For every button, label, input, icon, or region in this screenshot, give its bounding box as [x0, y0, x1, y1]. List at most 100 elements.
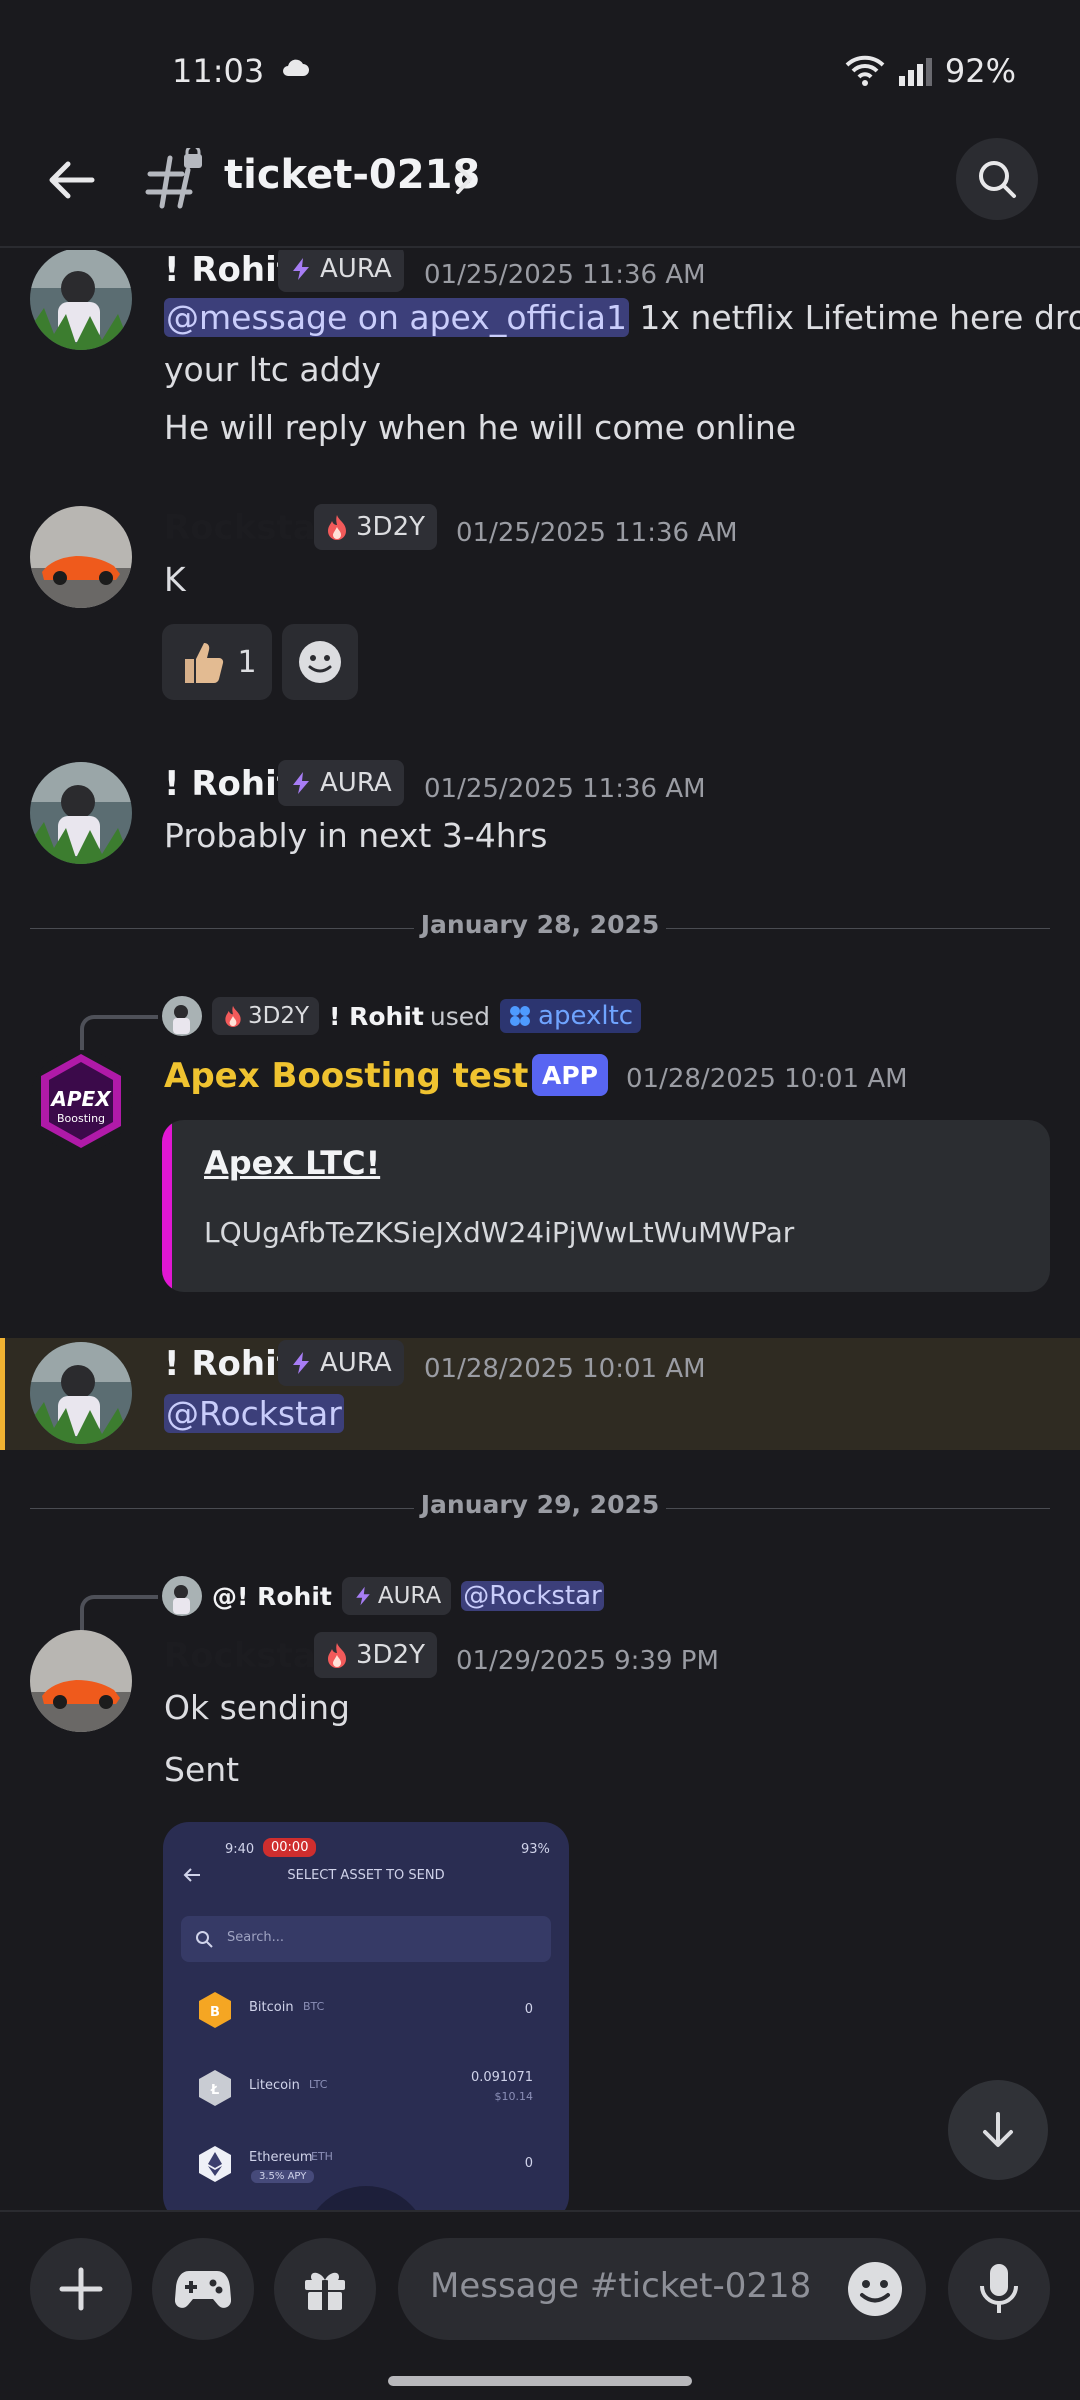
gamepad-icon — [175, 2271, 231, 2308]
search-button[interactable] — [956, 138, 1038, 220]
message-text: K — [164, 560, 186, 599]
role-tag: 3D2Y — [212, 997, 320, 1035]
message-text: @message on apex_officia1 1x netflix Lif… — [164, 298, 1080, 337]
scan-button — [303, 2186, 429, 2210]
gift-icon — [305, 2272, 345, 2310]
mini-avatar — [162, 996, 202, 1036]
jump-to-bottom-button[interactable] — [948, 2080, 1048, 2180]
role-tag: AURA — [341, 1577, 452, 1615]
add-attachment-button[interactable] — [30, 2238, 132, 2340]
svg-text:Boosting: Boosting — [57, 1112, 105, 1125]
channel-header: ticket-0218 — [0, 130, 1080, 248]
timestamp: 01/25/2025 11:36 AM — [424, 260, 706, 290]
plus-icon — [59, 2267, 103, 2311]
ethereum-icon — [197, 2144, 233, 2184]
emoji-icon[interactable] — [846, 2260, 904, 2318]
app-badge: APP — [532, 1054, 608, 1096]
message-text: @Rockstar — [164, 1394, 344, 1433]
fire-icon — [328, 1643, 346, 1668]
locked-channel-icon — [145, 148, 202, 209]
timestamp: 01/25/2025 11:36 AM — [456, 518, 738, 548]
search-field: Search... — [181, 1916, 551, 1962]
mention[interactable]: @message on apex_officia1 — [164, 298, 629, 337]
avatar-rohit[interactable] — [30, 762, 132, 864]
reply-author: @! Rohit — [212, 1581, 332, 1611]
message-list[interactable]: ! Rohit AURA 01/25/2025 11:36 AM @messag… — [0, 250, 1080, 2210]
channel-title[interactable]: ticket-0218 — [224, 152, 480, 198]
role-tag[interactable]: AURA — [278, 250, 404, 292]
battery-percent: 92% — [944, 52, 1016, 90]
home-indicator[interactable] — [388, 2376, 692, 2386]
screen-title: SELECT ASSET TO SEND — [287, 1868, 445, 1883]
timestamp: 01/25/2025 11:36 AM — [424, 774, 706, 804]
search-icon — [196, 1931, 213, 1948]
embed-title[interactable]: Apex LTC! — [204, 1144, 380, 1182]
avatar-rockstar[interactable] — [30, 1630, 132, 1732]
image-attachment[interactable]: 9:40 00:00 93% SELECT ASSET TO SEND Sear… — [163, 1822, 569, 2210]
mini-avatar — [162, 1576, 202, 1616]
author-name[interactable]: ! Rohit — [164, 1344, 293, 1384]
role-tag[interactable]: 3D2Y — [314, 504, 437, 550]
activities-button[interactable] — [152, 2238, 254, 2340]
svg-text:APEX: APEX — [49, 1087, 112, 1111]
avatar-rohit[interactable] — [30, 1342, 132, 1444]
back-arrow-icon[interactable] — [42, 150, 102, 210]
voice-message-button[interactable] — [948, 2238, 1050, 2340]
slash-command[interactable]: apexltc — [500, 999, 642, 1033]
date-divider: January 28, 2025 — [30, 908, 1050, 948]
message-text: Sent — [164, 1750, 240, 1789]
reply-preview[interactable]: 3D2Y ! Rohit used apexltc — [162, 994, 642, 1038]
bitcoin-icon: B — [197, 1990, 233, 2030]
message-composer: Message #ticket-0218 — [0, 2210, 1080, 2400]
app-command-icon — [510, 1006, 531, 1026]
role-tag[interactable]: AURA — [278, 1340, 404, 1386]
date-divider: January 29, 2025 — [30, 1488, 1050, 1528]
lightning-icon — [356, 1586, 370, 1606]
message-text: Probably in next 3-4hrs — [164, 816, 548, 855]
svg-text:Ł: Ł — [210, 2083, 219, 2098]
gift-button[interactable] — [274, 2238, 376, 2340]
message-text: Ok sending — [164, 1688, 350, 1727]
author-name[interactable]: ! Rohit — [164, 250, 293, 290]
avatar-bot[interactable]: APEX Boosting — [30, 1050, 132, 1152]
fire-icon — [328, 515, 346, 540]
timestamp: 01/29/2025 9:39 PM — [456, 1646, 719, 1676]
author-name[interactable]: ! Rohit — [164, 764, 293, 804]
message-text: He will reply when he will come online — [164, 408, 797, 447]
svg-text:B: B — [210, 2005, 220, 2020]
reaction-thumbs-up[interactable]: 1 — [162, 624, 272, 700]
lightning-icon — [293, 772, 309, 794]
author-name[interactable]: Rockstar — [164, 1636, 333, 1676]
message-input[interactable]: Message #ticket-0218 — [398, 2238, 926, 2340]
add-reaction-button[interactable] — [282, 624, 358, 700]
chevron-right-icon[interactable] — [452, 162, 478, 196]
timestamp: 01/28/2025 10:01 AM — [626, 1064, 908, 1094]
cell-signal-icon — [898, 58, 932, 86]
thumbs-up-icon — [185, 643, 224, 684]
embed-card: Apex LTC! LQUgAfbTeZKSieJXdW24iPjWwLtWuM… — [162, 1120, 1050, 1292]
mention[interactable]: @Rockstar — [461, 1581, 604, 1611]
status-bar: 11:03 92% — [0, 0, 1080, 140]
emoji-icon — [299, 641, 341, 683]
role-tag[interactable]: 3D2Y — [314, 1632, 437, 1678]
wifi-icon — [845, 55, 885, 86]
author-name[interactable]: Rockstar — [164, 508, 333, 548]
avatar-rockstar[interactable] — [30, 506, 132, 608]
timestamp: 01/28/2025 10:01 AM — [424, 1354, 706, 1384]
lightning-icon — [293, 258, 309, 280]
reply-author: ! Rohit — [329, 1001, 424, 1031]
fire-icon — [225, 1005, 241, 1027]
microphone-icon — [980, 2264, 1018, 2313]
avatar-rohit[interactable] — [30, 250, 132, 350]
status-indicators: 92% — [845, 52, 1016, 90]
status-time: 11:03 — [172, 52, 265, 90]
role-tag[interactable]: AURA — [278, 760, 404, 806]
reply-preview[interactable]: @! Rohit AURA @Rockstar — [162, 1574, 604, 1618]
search-icon — [979, 161, 1016, 198]
arrow-down-icon — [983, 2112, 1013, 2147]
mention[interactable]: @Rockstar — [164, 1394, 344, 1433]
embed-description: LQUgAfbTeZKSieJXdW24iPjWwLtWuMWPar — [204, 1216, 795, 1249]
lightning-icon — [293, 1352, 309, 1374]
recording-indicator: 00:00 — [263, 1838, 317, 1857]
cloud-icon — [283, 59, 309, 76]
